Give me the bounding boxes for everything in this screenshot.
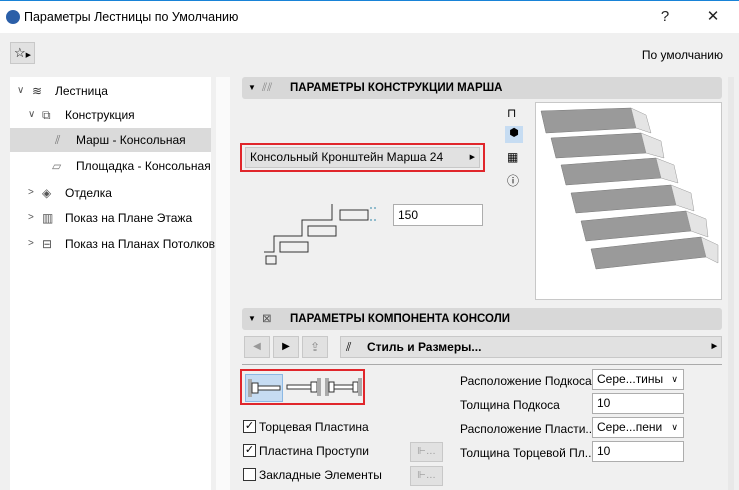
style-size-icon: ⫽ <box>346 340 352 354</box>
flight-icon: ⫽⫽ <box>262 82 273 94</box>
page-selector-dropdown[interactable]: ⫽ Стиль и Размеры... ▶ <box>340 336 722 358</box>
bracket-type-highlight <box>240 369 365 405</box>
tree-item-finish[interactable]: > ◈ Отделка <box>10 181 211 205</box>
splitter[interactable] <box>216 77 230 490</box>
embedded-elements-checkbox[interactable] <box>243 468 256 481</box>
tree-label: Конструкция <box>65 108 135 122</box>
page-label: Стиль и Размеры... <box>367 340 482 354</box>
tree-item-floor-plan[interactable]: > ▥ Показ на Плане Этажа <box>10 206 211 230</box>
tree-item-stair[interactable]: ∨ ≋ Лестница <box>10 79 211 103</box>
checkbox-label: Торцевая Пластина <box>259 420 369 434</box>
section-header-cantilever-component[interactable]: ▼ ⊠ ПАРАМЕТРЫ КОМПОНЕНТА КОНСОЛИ <box>242 308 722 330</box>
star-icon: ☆ <box>13 45 26 60</box>
tread-plate-checkbox[interactable]: ✓ <box>243 444 256 457</box>
divider <box>242 364 722 365</box>
tree-label: Лестница <box>55 84 108 98</box>
favorites-button[interactable]: ☆▶ <box>10 42 35 64</box>
param-label: Толщина Подкоса <box>460 398 560 412</box>
section-header-flight-structure[interactable]: ▼ ⫽⫽ ПАРАМЕТРЫ КОНСТРУКЦИИ МАРША <box>242 77 722 99</box>
profile-label: Консольный Кронштейн Марша 24 <box>250 150 444 164</box>
checkbox-label: Закладные Элементы <box>259 468 382 482</box>
section-title: ПАРАМЕТРЫ КОНСТРУКЦИИ МАРША <box>290 82 503 94</box>
tree-label: Показ на Плане Этажа <box>65 211 193 225</box>
profile-highlight: Консольный Кронштейн Марша 24 ▶ <box>240 143 485 172</box>
help-button[interactable]: ? <box>650 5 680 29</box>
brace-position-select[interactable]: Сере...тины ∨ <box>592 369 684 390</box>
next-page-button[interactable]: ▶ <box>273 336 299 358</box>
ceiling-plan-icon: ⊟ <box>42 237 53 251</box>
param-label: Расположение Подкоса <box>460 374 592 388</box>
section-title: ПАРАМЕТРЫ КОМПОНЕНТА КОНСОЛИ <box>290 313 511 325</box>
param-label: Расположение Пласти... <box>460 422 596 436</box>
tree-item-flight-cantilever[interactable]: ⫽ Марш - Консольная <box>10 128 211 152</box>
export-icon[interactable]: ⇪ <box>302 336 328 358</box>
bracket-type-start[interactable] <box>245 374 283 402</box>
end-plate-checkbox[interactable]: ✓ <box>243 420 256 433</box>
plate-position-select[interactable]: Сере...пени ∨ <box>592 417 684 438</box>
triangle-right-icon: ▶ <box>469 154 475 161</box>
tread-plate-settings-button[interactable]: ⊩… <box>410 442 443 462</box>
end-plate-thickness-input[interactable]: 10 <box>592 441 684 462</box>
triangle-right-icon: ▶ <box>711 343 717 350</box>
floor-plan-icon: ▥ <box>42 211 54 225</box>
tree-label: Марш - Консольная <box>76 133 186 147</box>
tree-item-structure[interactable]: ∨ ⧉ Конструкция <box>10 103 211 127</box>
structure-icon: ⧉ <box>42 108 51 122</box>
title-bar: Параметры Лестницы по Умолчанию ? ✕ <box>0 0 739 33</box>
collapse-icon: ▼ <box>248 83 256 92</box>
profile-dropdown[interactable]: Консольный Кронштейн Марша 24 ▶ <box>245 147 480 168</box>
tree-label: Площадка - Консольная <box>76 159 211 173</box>
triangle-right-icon: ▶ <box>25 52 32 59</box>
select-value: Сере...тины <box>597 372 664 386</box>
finish-icon: ◈ <box>42 186 52 200</box>
settings-tree: ∨ ≋ Лестница ∨ ⧉ Конструкция ⫽ Марш - Консоль… <box>10 77 215 490</box>
param-label: Толщина Торцевой Пл... <box>460 446 595 460</box>
bracket-type-end[interactable] <box>285 374 323 402</box>
info-icon[interactable]: ⓘ <box>507 172 519 189</box>
scrollbar[interactable] <box>728 77 734 490</box>
tree-item-landing-cantilever[interactable]: ▱ Площадка - Консольная <box>10 154 211 178</box>
chevron-down-icon: ∨ <box>671 422 678 432</box>
stair-preview-image <box>540 107 719 270</box>
tree-label: Показ на Планах Потолков <box>65 237 215 251</box>
close-button[interactable]: ✕ <box>698 5 728 29</box>
flight-icon: ⫽ <box>55 133 61 147</box>
landing-icon: ▱ <box>52 159 62 173</box>
embedded-elements-settings-button[interactable]: ⊩… <box>410 466 443 486</box>
brace-thickness-input[interactable]: 10 <box>592 393 684 414</box>
tree-label: Отделка <box>65 186 112 200</box>
preset-label: По умолчанию <box>641 48 723 62</box>
offset-diagram-icon <box>264 204 376 265</box>
window-title: Параметры Лестницы по Умолчанию <box>24 10 239 24</box>
app-icon <box>6 10 20 24</box>
plan-view-icon[interactable]: ⊓ <box>507 106 516 120</box>
3d-view-icon[interactable]: ⬢ <box>505 126 523 143</box>
select-value: Сере...пени <box>597 420 663 434</box>
section-view-icon[interactable]: ▦ <box>507 150 518 164</box>
tree-item-ceiling-plan[interactable]: > ⊟ Показ на Планах Потолков <box>10 232 215 256</box>
stair-icon: ≋ <box>32 84 43 98</box>
previous-page-button[interactable]: ◀ <box>244 336 270 358</box>
checkbox-label: Пластина Проступи <box>259 444 369 458</box>
3d-preview <box>535 102 722 300</box>
bracket-type-both[interactable] <box>325 374 363 402</box>
offset-input[interactable]: 150 <box>393 204 483 226</box>
collapse-icon: ▼ <box>248 314 256 323</box>
chevron-down-icon: ∨ <box>671 374 678 384</box>
component-icon: ⊠ <box>262 313 272 325</box>
